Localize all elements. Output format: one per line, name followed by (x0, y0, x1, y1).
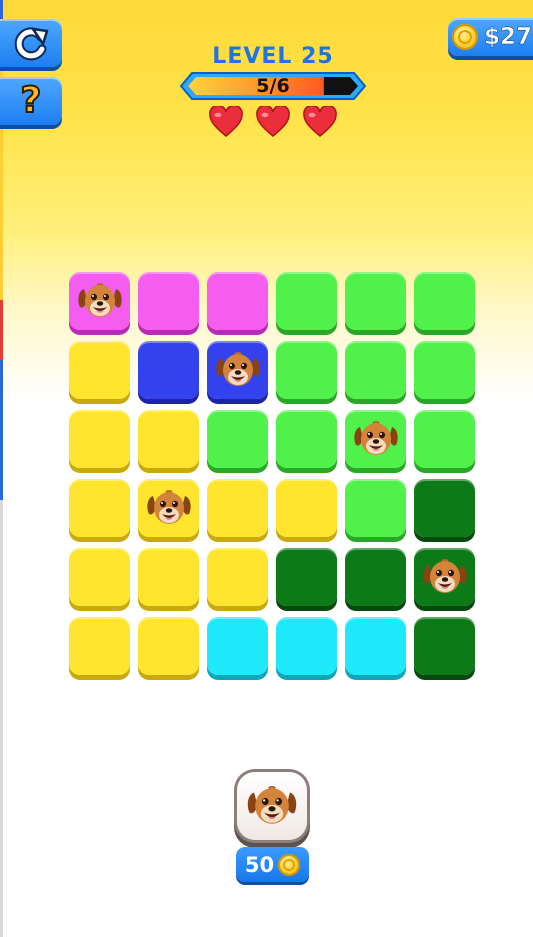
board-tile-green[interactable] (207, 410, 268, 468)
dog-face-icon (75, 276, 125, 326)
board-tile-yellow[interactable] (69, 548, 130, 606)
level-progress-bar: 5/6 (180, 72, 366, 100)
dog-face-icon (244, 778, 300, 834)
lives (209, 106, 337, 140)
board-tile-cyan[interactable] (207, 617, 268, 675)
board-tile-darkgreen[interactable] (414, 617, 475, 675)
board-tile-green[interactable] (276, 410, 337, 468)
money-amount: $270 (484, 24, 533, 51)
help-icon: ? (20, 80, 43, 121)
board-tile-yellow[interactable] (138, 617, 199, 675)
help-button[interactable]: ? (0, 77, 62, 125)
heart-icon (209, 106, 243, 137)
board-tile-yellow[interactable] (138, 479, 199, 537)
board-tile-yellow[interactable] (69, 479, 130, 537)
coin-icon (452, 24, 478, 50)
progress-label: 5/6 (256, 75, 290, 97)
board-tile-yellow[interactable] (138, 548, 199, 606)
board-tile-darkgreen[interactable] (345, 548, 406, 606)
board-tile-magenta[interactable] (207, 272, 268, 330)
restart-button[interactable] (0, 19, 62, 67)
board-tile-cyan[interactable] (276, 617, 337, 675)
board-tile-green[interactable] (414, 272, 475, 330)
board-tile-darkgreen[interactable] (414, 548, 475, 606)
screen-edge (0, 0, 3, 937)
dog-piece-button[interactable] (237, 772, 307, 840)
heart-icon (303, 106, 337, 137)
board-tile-green[interactable] (276, 272, 337, 330)
board-tile-yellow[interactable] (69, 617, 130, 675)
board-tile-green[interactable] (345, 410, 406, 468)
board-tile-green[interactable] (414, 410, 475, 468)
level-title: LEVEL 25 (212, 44, 334, 69)
board-tile-green[interactable] (276, 341, 337, 399)
board-tile-yellow[interactable] (69, 410, 130, 468)
dog-face-icon (144, 483, 194, 533)
restart-icon (14, 27, 49, 61)
board-tile-magenta[interactable] (69, 272, 130, 330)
game-board (69, 272, 477, 684)
dog-face-icon (213, 345, 263, 395)
money-display[interactable]: $270 (448, 18, 533, 56)
board-tile-darkgreen[interactable] (276, 548, 337, 606)
board-tile-green[interactable] (345, 272, 406, 330)
board-tile-green[interactable] (345, 341, 406, 399)
heart-icon (256, 106, 290, 137)
board-tile-green[interactable] (345, 479, 406, 537)
board-tile-yellow[interactable] (69, 341, 130, 399)
dog-face-icon (420, 552, 470, 602)
board-tile-blue[interactable] (207, 341, 268, 399)
board-tile-blue[interactable] (138, 341, 199, 399)
piece-cost[interactable]: 50 (236, 847, 309, 882)
board-tile-yellow[interactable] (207, 548, 268, 606)
board-tile-cyan[interactable] (345, 617, 406, 675)
board-tile-magenta[interactable] (138, 272, 199, 330)
dog-face-icon (351, 414, 401, 464)
cost-amount: 50 (244, 852, 275, 877)
board-tile-yellow[interactable] (138, 410, 199, 468)
board-tile-yellow[interactable] (207, 479, 268, 537)
board-tile-yellow[interactable] (276, 479, 337, 537)
board-tile-darkgreen[interactable] (414, 479, 475, 537)
coin-icon (278, 853, 301, 876)
board-tile-green[interactable] (414, 341, 475, 399)
